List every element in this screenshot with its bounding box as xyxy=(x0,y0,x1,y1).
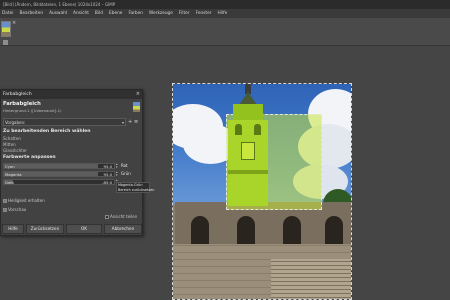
slider-fill xyxy=(4,164,98,168)
image-crest xyxy=(241,142,255,160)
image-steps xyxy=(271,259,351,299)
image-tower xyxy=(228,120,268,206)
dialog-title: Farbabgleich xyxy=(3,92,32,97)
menu-windows[interactable]: Fenster xyxy=(196,11,212,16)
image-canvas[interactable] xyxy=(172,83,352,300)
window-title-bar: [Bild] (Ändern, Bilddateien, 1 Ebene) 10… xyxy=(0,0,450,9)
slider-cyan-red[interactable]: Cyan 95.0 xyxy=(3,163,115,169)
checkbox-icon[interactable] xyxy=(3,198,7,203)
ok-button[interactable]: OK xyxy=(66,224,102,234)
reset-button[interactable]: Zurücksetzen xyxy=(26,224,64,234)
layer-thumbnail-icon xyxy=(133,102,140,112)
dialog-button-row: Hilfe Zurücksetzen OK Abbrechen xyxy=(2,224,142,234)
range-option-midtones[interactable]: Mitten xyxy=(3,142,16,147)
dialog-header: Farbabgleich Hintergrund-1 ([Unbenannt]-… xyxy=(1,100,142,116)
dialog-subheading: Hintergrund-1 ([Unbenannt]-1) xyxy=(3,108,62,113)
image-tab-thumbnail[interactable] xyxy=(1,21,11,37)
dialog-heading: Farbabgleich xyxy=(3,101,41,107)
slider-magenta-green[interactable]: Magenta 95.0 xyxy=(3,171,115,177)
slider-value[interactable]: -85.0 xyxy=(102,180,112,185)
slider-side-label: Grün xyxy=(121,171,131,176)
close-icon[interactable]: × xyxy=(12,20,16,26)
checkbox-icon[interactable] xyxy=(105,214,109,219)
help-button[interactable]: Hilfe xyxy=(2,224,24,234)
chevron-down-icon: ▾ xyxy=(121,120,124,125)
close-icon[interactable]: × xyxy=(136,90,140,99)
preset-menu-icon[interactable]: ≡ xyxy=(134,118,138,126)
add-preset-icon[interactable]: + xyxy=(128,118,132,126)
image-tower-band xyxy=(228,170,268,174)
image-arch xyxy=(191,216,209,244)
menu-colors[interactable]: Farben xyxy=(128,11,143,16)
range-option-highlights[interactable]: Glanzlichter xyxy=(3,148,27,153)
slider-label: Cyan xyxy=(5,164,15,169)
split-view-checkbox[interactable]: Ansicht teilen xyxy=(105,214,137,219)
checkbox-label: Ansicht teilen xyxy=(110,214,138,219)
image-tab-strip: × xyxy=(0,18,450,46)
slider-label: Magenta xyxy=(5,172,22,177)
menu-image[interactable]: Bild xyxy=(95,11,103,16)
menu-edit[interactable]: Bearbeiten xyxy=(19,11,43,16)
menu-view[interactable]: Ansicht xyxy=(73,11,89,16)
image-menu-icon[interactable] xyxy=(3,40,8,45)
menu-help[interactable]: Hilfe xyxy=(218,11,228,16)
image-arch xyxy=(237,216,255,244)
slider-yellow-blue[interactable]: Gelb -85.0 xyxy=(3,179,115,185)
slider-value[interactable]: 95.0 xyxy=(104,164,112,169)
preview-checkbox[interactable]: Vorschau xyxy=(3,207,26,212)
range-section-heading: Zu bearbeitenden Bereich wählen xyxy=(3,129,91,134)
image-tower-window xyxy=(235,124,242,135)
preserve-luminosity-checkbox[interactable]: Helligkeit erhalten xyxy=(3,198,45,203)
spin-arrows-icon[interactable]: ▴▾ xyxy=(116,163,120,169)
menu-layer[interactable]: Ebene xyxy=(109,11,122,16)
adjust-section-heading: Farbwerte anpassen xyxy=(3,155,56,160)
slider-value[interactable]: 95.0 xyxy=(104,172,112,177)
tooltip: Magenta-Grün Bereich zurücksetzen xyxy=(116,182,155,193)
window-title: [Bild] (Ändern, Bilddateien, 1 Ebene) 10… xyxy=(3,2,116,7)
image-arch xyxy=(283,216,301,244)
checkbox-label: Helligkeit erhalten xyxy=(8,198,45,203)
cancel-button[interactable]: Abbrechen xyxy=(104,224,142,234)
presets-row: Vorgaben: ▾ + ≡ xyxy=(3,118,140,126)
slider-label: Gelb xyxy=(5,180,14,185)
tooltip-line: Bereich zurücksetzen xyxy=(118,188,155,192)
image-tower-window xyxy=(254,124,261,135)
checkbox-label: Vorschau xyxy=(8,207,27,212)
menu-tools[interactable]: Werkzeuge xyxy=(149,11,173,16)
menu-filters[interactable]: Filter xyxy=(179,11,190,16)
presets-combo[interactable]: Vorgaben: ▾ xyxy=(3,118,126,126)
checkbox-icon[interactable] xyxy=(3,207,7,212)
spin-arrows-icon[interactable]: ▴▾ xyxy=(116,171,120,177)
menu-bar: Datei Bearbeiten Auswahl Ansicht Bild Eb… xyxy=(0,9,450,18)
gimp-window: [Bild] (Ändern, Bilddateien, 1 Ebene) 10… xyxy=(0,0,450,300)
menu-select[interactable]: Auswahl xyxy=(49,11,67,16)
menu-file[interactable]: Datei xyxy=(2,11,13,16)
presets-label: Vorgaben: xyxy=(5,120,26,125)
range-option-shadows[interactable]: Schatten xyxy=(3,136,21,141)
image-arch xyxy=(325,216,343,244)
slider-side-label: Rot xyxy=(121,163,128,168)
color-balance-dialog: Farbabgleich × Farbabgleich Hintergrund-… xyxy=(0,89,154,236)
dialog-title-bar[interactable]: Farbabgleich × xyxy=(1,90,142,99)
